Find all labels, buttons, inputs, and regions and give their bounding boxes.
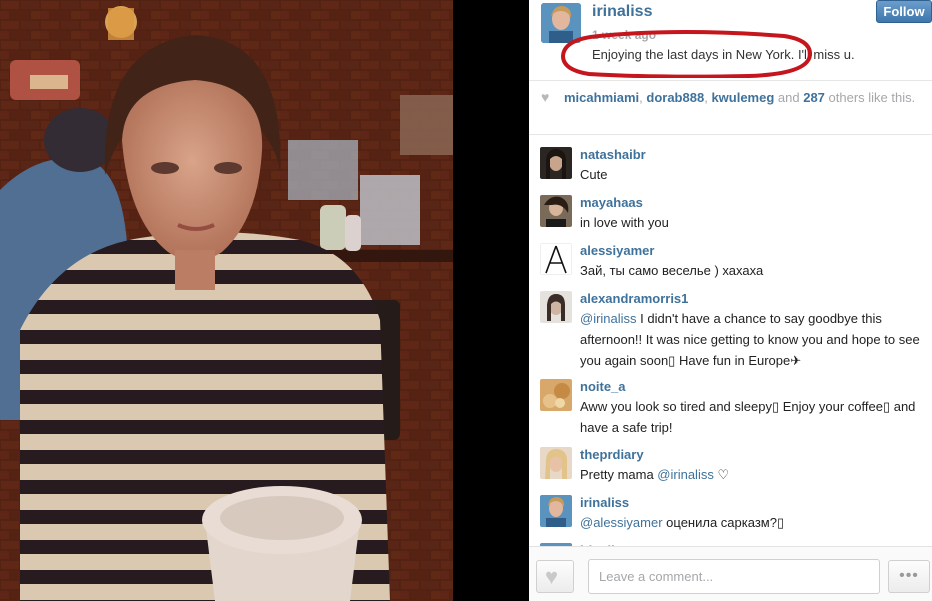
liker-link[interactable]: kwulemeg xyxy=(711,90,774,105)
lightbox-gap xyxy=(453,0,529,601)
comment-text: in love with you xyxy=(580,215,669,230)
likes-suffix: others like this. xyxy=(824,90,916,105)
liker-link[interactable]: micahmiami xyxy=(564,90,639,105)
post-caption: Enjoying the last days in New York. I'll… xyxy=(592,47,855,62)
commenter-username[interactable]: mayahaas xyxy=(580,195,643,210)
comment-text: Cute xyxy=(580,167,608,182)
comment-text: @alessiyamer оценила сарказм?▯ xyxy=(580,512,920,533)
divider xyxy=(529,134,932,135)
commenter-username[interactable]: noite_a xyxy=(580,379,626,394)
mention-link[interactable]: @alessiyamer xyxy=(580,515,663,530)
liker-link[interactable]: dorab888 xyxy=(646,90,704,105)
heart-icon: ♥ xyxy=(545,564,559,589)
ellipsis-icon: ••• xyxy=(899,567,919,584)
post-header: irinaliss 1 week ago Enjoying the last d… xyxy=(529,0,932,80)
commenter-avatar[interactable] xyxy=(540,379,572,411)
owner-avatar[interactable] xyxy=(541,3,581,43)
mention-link[interactable]: @irinaliss xyxy=(657,467,714,482)
commenter-avatar[interactable] xyxy=(540,495,572,527)
comment-body: оценила сарказм?▯ xyxy=(662,515,785,530)
divider xyxy=(529,80,932,81)
mention-link[interactable]: @irinaliss xyxy=(580,311,637,326)
commenter-avatar[interactable] xyxy=(540,147,572,179)
photo-illustration xyxy=(0,0,453,601)
comment-text: @irinaliss I didn't have a chance to say… xyxy=(580,308,920,371)
commenter-avatar[interactable] xyxy=(540,195,572,227)
comment-body: ♡ xyxy=(713,467,730,482)
commenter-avatar[interactable] xyxy=(540,447,572,479)
follow-button[interactable]: Follow xyxy=(876,0,932,23)
comment-input[interactable] xyxy=(588,559,880,594)
more-options-button[interactable]: ••• xyxy=(888,560,930,593)
comment-text: Pretty mama @irinaliss ♡ xyxy=(580,464,920,485)
comment-text: Зай, ты само веселье ) хахаха xyxy=(580,263,764,278)
post-timestamp[interactable]: 1 week ago xyxy=(592,28,656,42)
comment-bar: ♥ ••• xyxy=(529,546,932,601)
owner-username[interactable]: irinaliss xyxy=(592,3,652,21)
comments-list[interactable]: natashaibr Cute mayahaas in love with yo… xyxy=(529,141,932,546)
likes-summary: ♥ micahmiami, dorab888, kwulemeg and 287… xyxy=(541,90,921,106)
heart-icon: ♥ xyxy=(541,89,550,105)
comment-text: Aww you look so tired and sleepy▯ Enjoy … xyxy=(580,399,916,435)
commenter-avatar[interactable] xyxy=(540,291,572,323)
comment-body: Pretty mama xyxy=(580,467,658,482)
commenter-username[interactable]: irinaliss xyxy=(580,495,629,510)
post-photo[interactable] xyxy=(0,0,453,601)
commenter-avatar[interactable] xyxy=(540,243,572,275)
likes-and: and xyxy=(774,90,804,105)
post-details-panel: irinaliss 1 week ago Enjoying the last d… xyxy=(529,0,932,601)
commenter-username[interactable]: alessiyamer xyxy=(580,243,654,258)
commenter-username[interactable]: alexandramorris1 xyxy=(580,291,688,306)
likes-count[interactable]: 287 xyxy=(803,90,825,105)
commenter-username[interactable]: natashaibr xyxy=(580,147,646,162)
like-button[interactable]: ♥ xyxy=(536,560,574,593)
commenter-username[interactable]: theprdiary xyxy=(580,447,644,462)
